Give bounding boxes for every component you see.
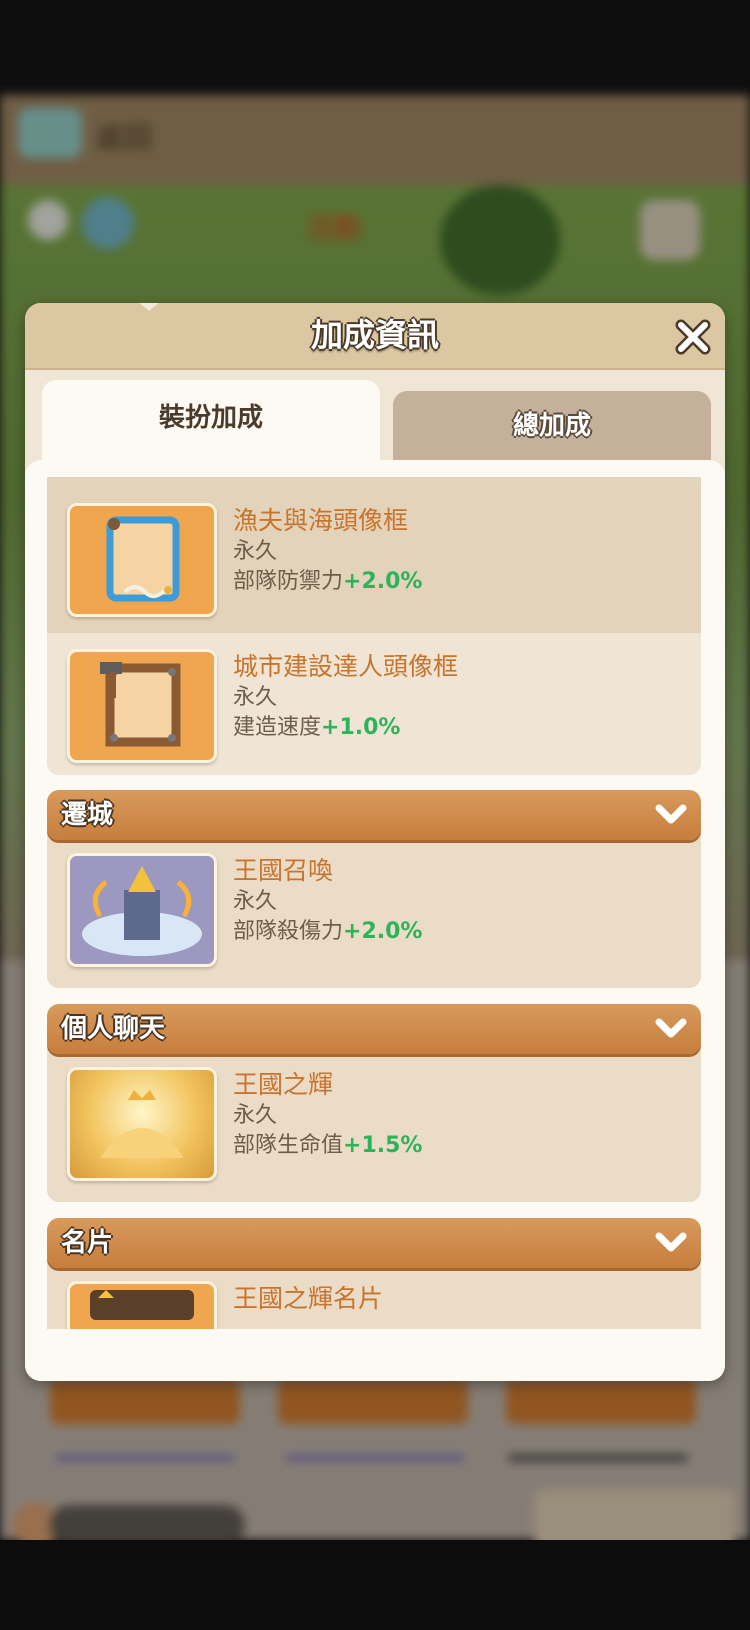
- item-name: 漁夫與海頭像框: [233, 506, 409, 535]
- group-header-namecard[interactable]: 名片: [47, 1218, 701, 1268]
- item-effect-label: 部隊防禦力: [233, 569, 344, 594]
- item-name: 王國之輝名片: [233, 1284, 384, 1313]
- group-header-label: 名片: [61, 1228, 114, 1258]
- item-duration: 永久: [233, 889, 278, 914]
- item-name: 王國召喚: [233, 856, 334, 885]
- group-header-private-chat[interactable]: 個人聊天: [47, 1004, 701, 1054]
- chevron-down-icon: [653, 1014, 689, 1044]
- dialog-title: 加成資訊: [310, 316, 439, 354]
- bonus-list-panel: 漁夫與海頭像框 永久 部隊防禦力+2.0% 城市建設達人頭像框 永久 建造速度+…: [25, 460, 725, 1381]
- fisher-frame-icon: [67, 503, 217, 617]
- tab-total-bonus[interactable]: 總加成: [393, 391, 711, 461]
- item-bonus-value: +2.0%: [343, 569, 423, 594]
- item-bonus-value: +1.0%: [321, 715, 401, 740]
- list-item: 王國之輝 永久 部隊生命值+1.5%: [47, 1051, 701, 1197]
- group-header-relocate[interactable]: 遷城: [47, 790, 701, 840]
- item-name: 王國之輝: [233, 1070, 334, 1099]
- bonus-info-dialog: 加成資訊 裝扮加成 總加成 漁夫與海頭像框 永久 部隊防禦力+2.0% 城市建設…: [25, 303, 725, 1381]
- chevron-down-icon: [653, 1228, 689, 1258]
- bonus-list-scroll[interactable]: 漁夫與海頭像框 永久 部隊防禦力+2.0% 城市建設達人頭像框 永久 建造速度+…: [47, 477, 701, 1329]
- item-effect-label: 部隊生命值: [233, 1133, 344, 1158]
- list-item: 漁夫與海頭像框 永久 部隊防禦力+2.0%: [47, 487, 701, 633]
- tab-costume-bonus[interactable]: 裝扮加成: [42, 380, 380, 460]
- kingdom-glory-icon: [67, 1067, 217, 1181]
- item-effect-label: 部隊殺傷力: [233, 919, 344, 944]
- item-effect: 建造速度+1.0%: [233, 709, 400, 741]
- list-item: 王國之輝名片: [47, 1265, 701, 1329]
- list-item: 城市建設達人頭像框 永久 建造速度+1.0%: [47, 633, 701, 775]
- item-bonus-value: +2.0%: [343, 919, 423, 944]
- group-top-edge: [47, 477, 701, 487]
- item-duration: 永久: [233, 1103, 278, 1128]
- close-icon[interactable]: [671, 315, 715, 359]
- item-duration: 永久: [233, 685, 278, 710]
- item-bonus-value: +1.5%: [343, 1133, 423, 1158]
- item-effect: 部隊殺傷力+2.0%: [233, 913, 422, 945]
- item-effect-label: 建造速度: [233, 715, 322, 740]
- item-effect: 部隊防禦力+2.0%: [233, 563, 422, 595]
- group-header-label: 個人聊天: [61, 1014, 166, 1044]
- dialog-header: 加成資訊: [25, 303, 725, 370]
- item-name: 城市建設達人頭像框: [233, 652, 459, 681]
- glory-namecard-icon: [67, 1281, 217, 1329]
- chevron-down-icon: [653, 800, 689, 830]
- group-header-label: 遷城: [61, 800, 114, 830]
- builder-frame-icon: [67, 649, 217, 763]
- item-effect: 部隊生命值+1.5%: [233, 1127, 422, 1159]
- bonus-group: 漁夫與海頭像框 永久 部隊防禦力+2.0% 城市建設達人頭像框 永久 建造速度+…: [47, 477, 701, 775]
- list-item: 王國召喚 永久 部隊殺傷力+2.0%: [47, 837, 701, 983]
- item-duration: 永久: [233, 539, 278, 564]
- kingdom-summon-icon: [67, 853, 217, 967]
